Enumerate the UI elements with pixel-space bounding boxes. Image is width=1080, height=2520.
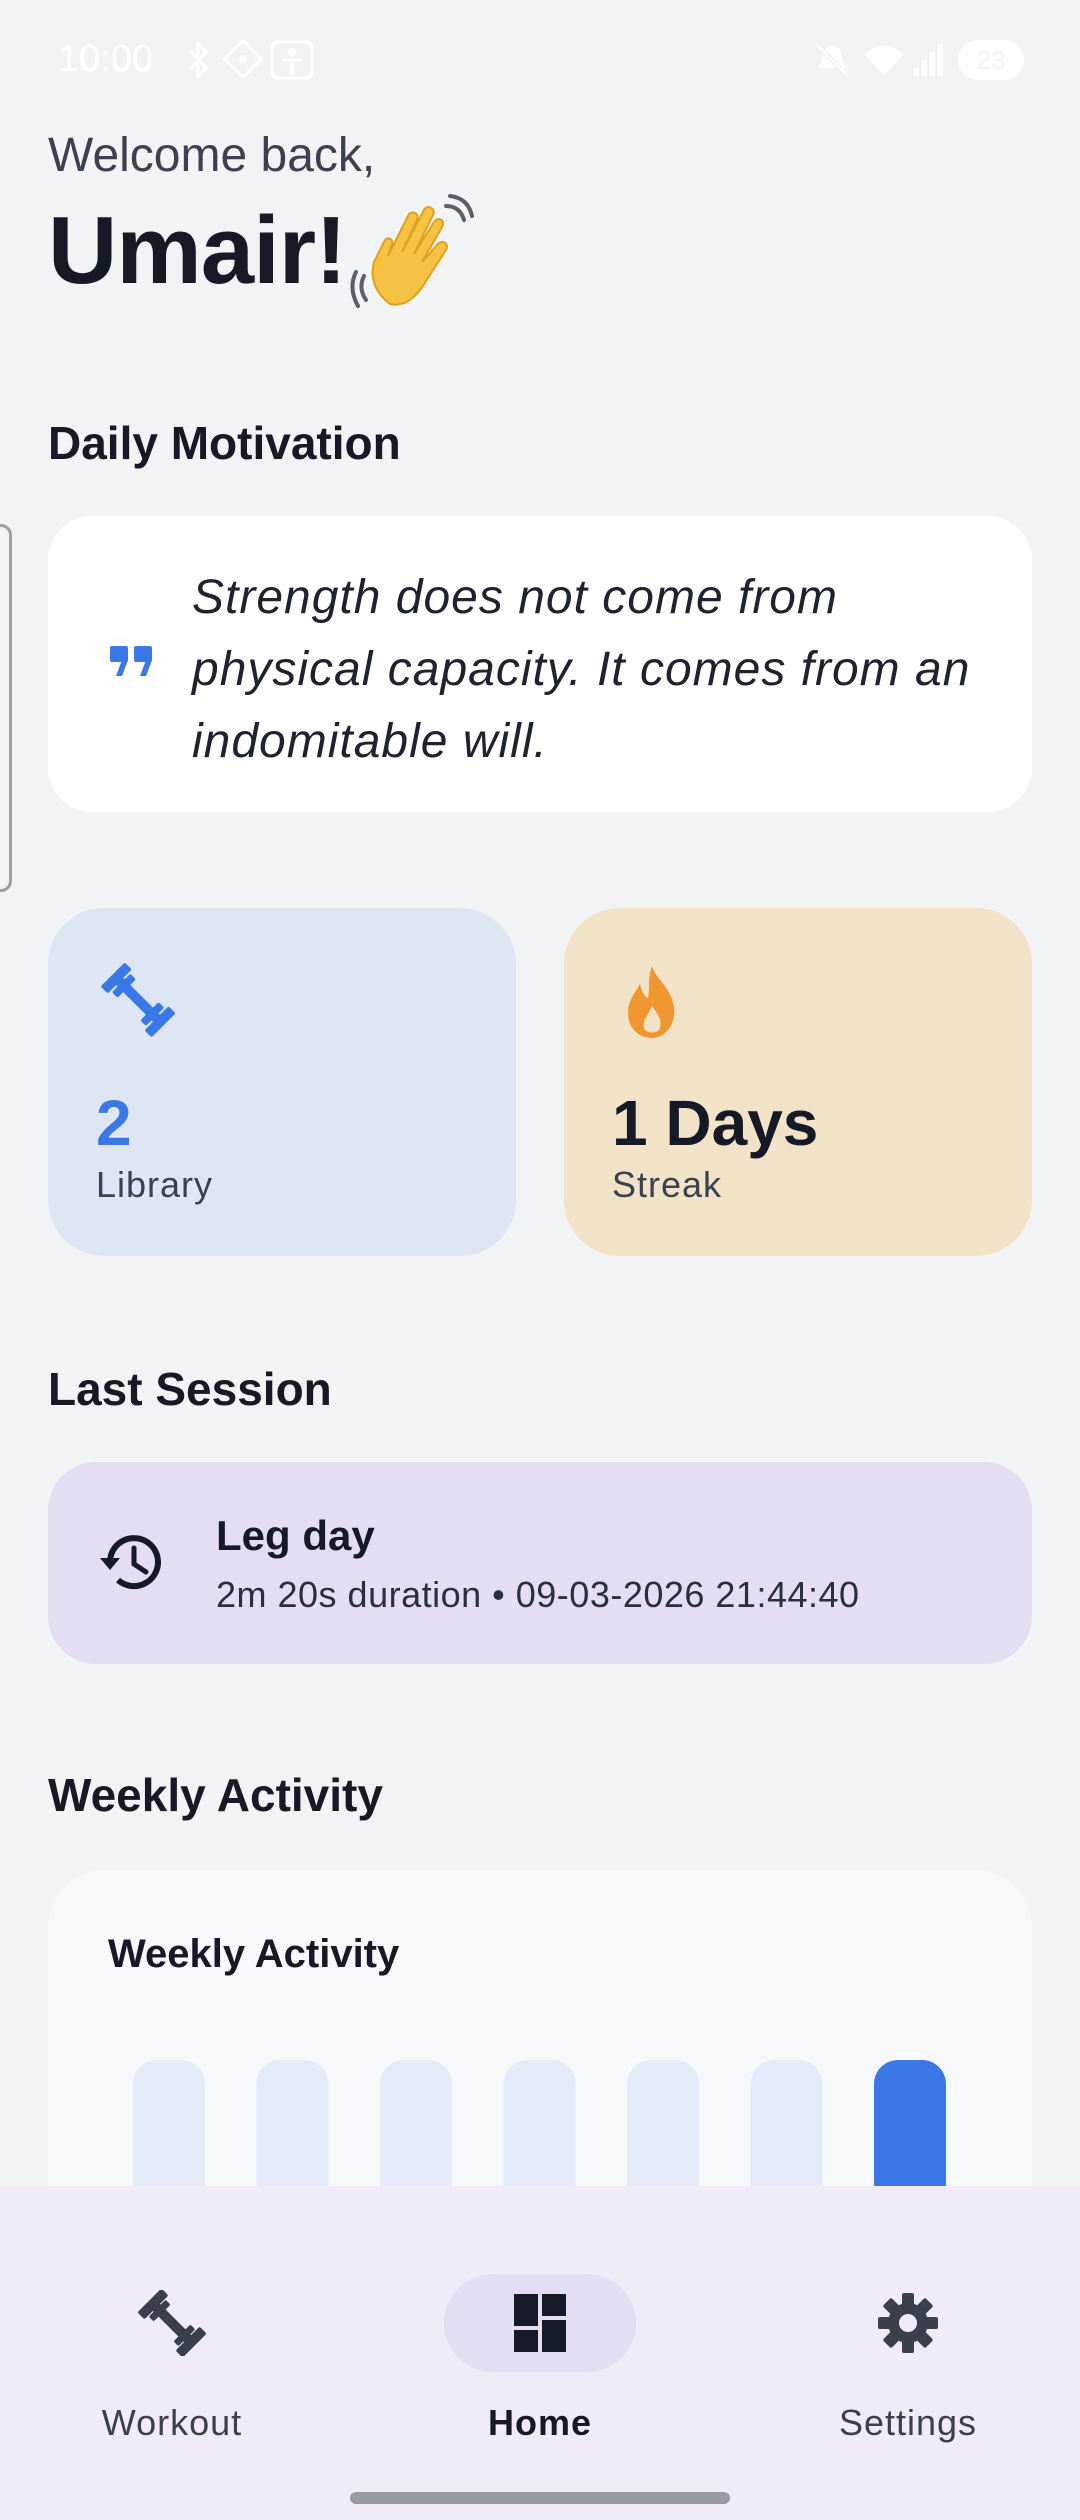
session-name: Leg day <box>216 1512 375 1559</box>
battery-level: 23 <box>976 44 1006 75</box>
library-stat-card[interactable]: 2 Library <box>48 908 516 1256</box>
quote-line: indomitable will. <box>192 715 548 768</box>
motivation-quote: Strength does not come from physical cap… <box>192 562 992 778</box>
signal-icon <box>914 44 943 76</box>
nav-label: Home <box>487 2402 593 2443</box>
user-name: Umair! <box>48 197 347 304</box>
quote-icon <box>110 646 152 676</box>
gear-icon <box>878 2293 938 2353</box>
bluetooth-icon <box>188 40 209 80</box>
welcome-text: Welcome back, <box>48 129 376 182</box>
wallet-icon <box>222 40 264 80</box>
history-icon <box>100 1535 161 1590</box>
streak-stat-card[interactable]: 1 Days Streak <box>564 908 1032 1256</box>
streak-label: Streak <box>612 1164 723 1205</box>
streak-count: 1 Days <box>612 1087 819 1159</box>
section-title-weekly-activity: Weekly Activity <box>48 1769 383 1821</box>
mute-icon <box>814 42 850 78</box>
status-bar: 10:00 23 <box>0 0 1080 120</box>
edge-panel-handle[interactable] <box>0 524 12 892</box>
quote-line: Strength does not come from <box>192 571 838 624</box>
session-meta: 2m 20s duration • 09-03-2026 21:44:40 <box>216 1574 860 1615</box>
nav-item-home[interactable]: Home <box>420 2274 660 2454</box>
dumbbell-icon <box>101 963 175 1037</box>
quote-line: physical capacity. It comes from an <box>192 643 971 696</box>
motivation-card: Strength does not come from physical cap… <box>48 516 1032 812</box>
nav-label: Settings <box>838 2402 978 2443</box>
dumbbell-icon <box>138 2290 206 2356</box>
status-time: 10:00 <box>58 38 154 80</box>
nav-label: Workout <box>101 2402 243 2443</box>
section-title-motivation: Daily Motivation <box>48 417 401 469</box>
accessibility-icon <box>270 40 314 80</box>
nav-item-settings[interactable]: Settings <box>788 2274 1028 2454</box>
bottom-navigation: Workout Home Settings <box>0 2186 1080 2520</box>
home-screen: 10:00 23 Welcome back, Umair! Daily Moti… <box>0 0 1080 2520</box>
dashboard-icon <box>514 2294 566 2352</box>
wifi-icon <box>864 46 904 76</box>
flame-icon <box>628 966 675 1038</box>
home-indicator-bar[interactable] <box>350 2492 730 2504</box>
last-session-card[interactable]: Leg day 2m 20s duration • 09-03-2026 21:… <box>48 1462 1032 1664</box>
library-count: 2 <box>96 1087 132 1159</box>
battery-indicator: 23 <box>958 40 1024 80</box>
library-label: Library <box>96 1164 214 1205</box>
nav-item-workout[interactable]: Workout <box>52 2274 292 2454</box>
waving-hand-icon <box>350 194 474 308</box>
section-title-last-session: Last Session <box>48 1363 332 1415</box>
